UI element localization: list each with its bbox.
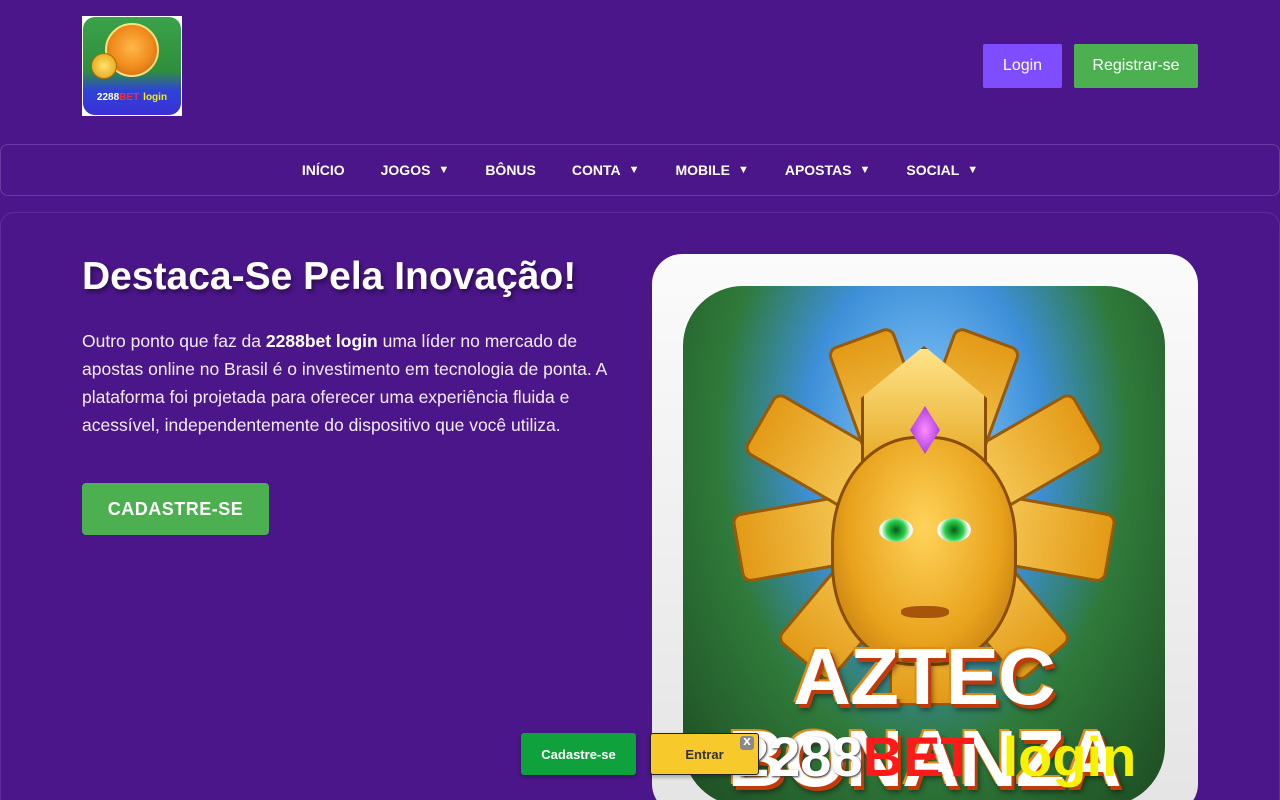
caret-down-icon: ▼	[967, 164, 979, 176]
nav-item-bonus[interactable]: BÔNUS	[467, 162, 554, 178]
nav-item-label: SOCIAL	[906, 162, 960, 178]
nav-item-social[interactable]: SOCIAL ▼	[888, 162, 996, 178]
caret-down-icon: ▼	[438, 164, 450, 176]
site-logo[interactable]: 2288BET login	[82, 16, 182, 116]
nav-item-label: INÍCIO	[301, 162, 345, 178]
login-button[interactable]: Login	[983, 44, 1062, 88]
nav-item-label: CONTA	[571, 162, 621, 178]
logo-text-login: login	[143, 92, 168, 103]
brand-watermark: 2288BET login	[738, 722, 1138, 792]
logo-text: 2288BET login	[83, 92, 181, 103]
hero-text-brand: 2288bet login	[265, 331, 378, 351]
nav-item-inicio[interactable]: INÍCIO	[284, 162, 363, 178]
nav-item-mobile[interactable]: MOBILE ▼	[658, 162, 767, 178]
nav-item-label: JOGOS	[380, 162, 431, 178]
nav-item-label: MOBILE	[675, 162, 730, 178]
watermark-login: login	[1002, 725, 1137, 788]
register-button[interactable]: Registrar-se	[1074, 44, 1198, 88]
nav-item-label: BÔNUS	[485, 162, 536, 178]
floating-cadastre-button[interactable]: Cadastre-se	[521, 733, 636, 775]
close-icon[interactable]: X	[740, 736, 754, 750]
eye-right	[937, 518, 971, 542]
coin-icon	[91, 53, 117, 79]
hero-paragraph: Outro ponto que faz da 2288bet login uma…	[82, 327, 627, 439]
nav-item-jogos[interactable]: JOGOS ▼	[363, 162, 468, 178]
main-nav: INÍCIO JOGOS ▼ BÔNUS CONTA ▼ MOBILE ▼ AP…	[0, 144, 1280, 196]
logo-text-number: 2288	[96, 92, 120, 103]
game-promo-image: AZTEC BONANZA	[652, 254, 1198, 800]
hero-text-before: Outro ponto que faz da	[82, 331, 266, 351]
caret-down-icon: ▼	[628, 164, 640, 176]
logo-text-bet: BET	[119, 92, 140, 103]
site-header: 2288BET login Login Registrar-se	[0, 0, 1280, 140]
eye-left	[879, 518, 913, 542]
game-title-line1: AZTEC	[793, 632, 1056, 721]
nav-item-label: APOSTAS	[784, 162, 852, 178]
caret-down-icon: ▼	[859, 164, 871, 176]
caret-down-icon: ▼	[737, 164, 749, 176]
nav-item-apostas[interactable]: APOSTAS ▼	[767, 162, 889, 178]
watermark-bet: BET	[862, 725, 975, 788]
nav-item-conta[interactable]: CONTA ▼	[554, 162, 658, 178]
mouth	[901, 606, 949, 618]
logo-image: 2288BET login	[83, 17, 181, 115]
cadastre-button[interactable]: CADASTRE-SE	[82, 483, 269, 535]
hero-title: Destaca-Se Pela Inovação!	[82, 255, 577, 298]
